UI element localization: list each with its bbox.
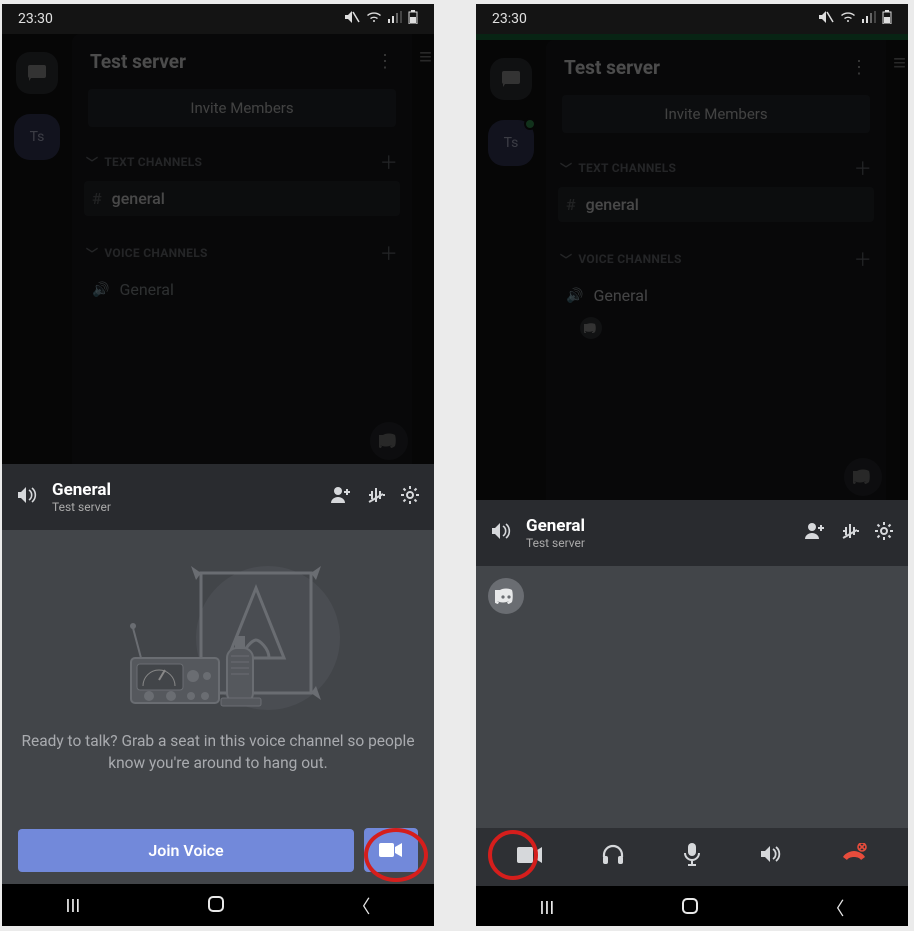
- more-icon[interactable]: ⋮: [376, 51, 394, 72]
- server-initials: Ts: [504, 135, 519, 151]
- home-icon[interactable]: [207, 895, 225, 918]
- chevron-down-icon: ﹀: [86, 245, 98, 262]
- noise-suppression-icon[interactable]: [840, 522, 860, 545]
- speaker-icon: 🔊: [92, 282, 109, 298]
- channel-label: General: [593, 286, 647, 305]
- voice-channel-general[interactable]: 🔊 General: [558, 278, 874, 313]
- clock: 23:30: [492, 11, 527, 27]
- voice-panel-empty: Ready to talk? Grab a seat in this voice…: [2, 530, 434, 884]
- online-indicator: [524, 118, 536, 130]
- join-voice-button[interactable]: Join Voice: [18, 829, 354, 872]
- category-voice-channels[interactable]: ﹀ VOICE CHANNELS ＋: [558, 242, 874, 276]
- microphone-button[interactable]: [683, 842, 701, 872]
- clock: 23:30: [18, 11, 53, 27]
- chevron-down-icon: ﹀: [560, 160, 572, 177]
- server-title: Test server: [90, 50, 186, 73]
- settings-icon[interactable]: [400, 485, 420, 510]
- invite-members-button[interactable]: Invite Members: [562, 95, 870, 133]
- category-label: VOICE CHANNELS: [104, 246, 207, 260]
- mute-icon: [344, 10, 360, 28]
- settings-icon[interactable]: [874, 521, 894, 546]
- status-icons: [344, 10, 418, 28]
- mute-icon: [818, 10, 834, 28]
- home-icon[interactable]: [681, 897, 699, 920]
- audio-output-icon[interactable]: [490, 521, 512, 546]
- speaker-button[interactable]: [759, 844, 783, 870]
- add-channel-icon[interactable]: ＋: [380, 149, 398, 175]
- dm-button[interactable]: [490, 58, 532, 100]
- system-navbar: III 〈: [476, 886, 908, 926]
- channel-label: General: [119, 280, 173, 299]
- battery-icon: [882, 10, 892, 28]
- back-icon[interactable]: 〈: [826, 895, 844, 921]
- hash-icon: #: [92, 189, 102, 208]
- empty-state-illustration: [88, 548, 348, 718]
- voice-server-name: Test server: [52, 500, 316, 514]
- text-channel-general[interactable]: # general: [84, 181, 400, 216]
- recents-icon[interactable]: III: [66, 896, 81, 917]
- category-text-channels[interactable]: ﹀ TEXT CHANNELS ＋: [558, 151, 874, 185]
- system-navbar: III 〈: [2, 884, 434, 926]
- invite-members-button[interactable]: Invite Members: [88, 89, 396, 127]
- empty-state-text: Ready to talk? Grab a seat in this voice…: [19, 730, 417, 775]
- dm-button[interactable]: [16, 52, 58, 94]
- discord-fab-icon[interactable]: [844, 458, 882, 496]
- category-voice-channels[interactable]: ﹀ VOICE CHANNELS ＋: [84, 236, 400, 270]
- add-voice-channel-icon[interactable]: ＋: [854, 246, 872, 272]
- add-user-icon[interactable]: [804, 522, 826, 545]
- disconnect-button[interactable]: [841, 843, 867, 871]
- hash-icon: #: [566, 195, 576, 214]
- voice-controls: [476, 828, 908, 886]
- speaker-icon: 🔊: [566, 288, 583, 304]
- noise-suppression-icon[interactable]: [366, 486, 386, 509]
- voice-header: General Test server: [2, 464, 434, 530]
- add-user-icon[interactable]: [330, 486, 352, 509]
- category-label: VOICE CHANNELS: [578, 252, 681, 266]
- server-icon[interactable]: Ts: [14, 114, 60, 160]
- audio-output-icon[interactable]: [16, 485, 38, 510]
- signal-icon: [862, 11, 876, 27]
- voice-channel-general[interactable]: 🔊 General: [84, 272, 400, 307]
- headphones-button[interactable]: [601, 843, 625, 871]
- discord-fab-icon[interactable]: [370, 422, 408, 460]
- chevron-down-icon: ﹀: [560, 251, 572, 268]
- chevron-down-icon: ﹀: [86, 154, 98, 171]
- hamburger-icon[interactable]: ≡: [893, 50, 906, 76]
- category-label: TEXT CHANNELS: [578, 161, 676, 175]
- server-title: Test server: [564, 56, 660, 79]
- back-icon[interactable]: 〈: [352, 893, 370, 919]
- recents-icon[interactable]: III: [540, 898, 555, 919]
- server-icon[interactable]: Ts: [488, 120, 534, 166]
- battery-icon: [408, 10, 418, 28]
- text-channel-general[interactable]: # general: [558, 187, 874, 222]
- wifi-icon: [366, 11, 382, 27]
- voice-header: General Test server: [476, 500, 908, 566]
- voice-participant-avatar[interactable]: [580, 317, 602, 339]
- voice-channel-name: General: [526, 516, 790, 536]
- server-initials: Ts: [30, 129, 45, 145]
- add-voice-channel-icon[interactable]: ＋: [380, 240, 398, 266]
- participant-avatar[interactable]: [488, 578, 524, 614]
- voice-panel-connected: [476, 566, 908, 886]
- channel-label: general: [586, 195, 639, 214]
- status-icons: [818, 10, 892, 28]
- wifi-icon: [840, 11, 856, 27]
- voice-server-name: Test server: [526, 536, 790, 550]
- join-video-button[interactable]: [364, 828, 418, 872]
- channel-label: general: [112, 189, 165, 208]
- category-label: TEXT CHANNELS: [104, 155, 202, 169]
- more-icon[interactable]: ⋮: [850, 57, 868, 78]
- video-toggle-button[interactable]: [517, 845, 543, 870]
- category-text-channels[interactable]: ﹀ TEXT CHANNELS ＋: [84, 145, 400, 179]
- signal-icon: [388, 11, 402, 27]
- add-channel-icon[interactable]: ＋: [854, 155, 872, 181]
- hamburger-icon[interactable]: ≡: [419, 44, 432, 70]
- voice-channel-name: General: [52, 480, 316, 500]
